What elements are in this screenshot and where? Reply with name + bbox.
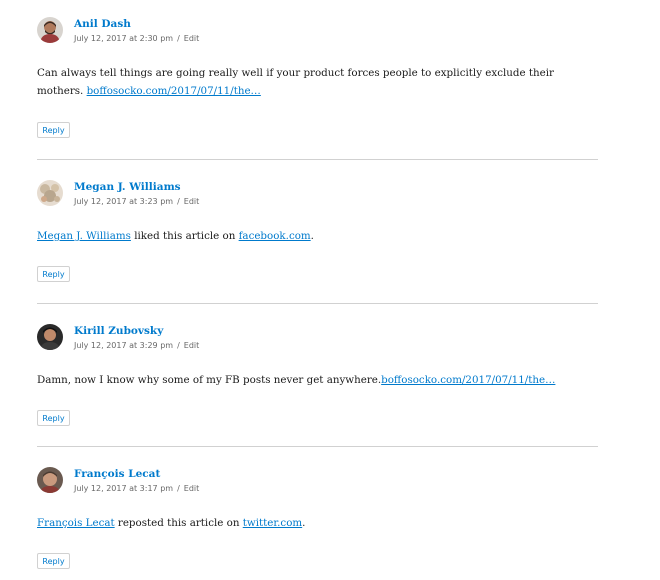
comment-meta: July 12, 2017 at 3:23 pm / Edit <box>74 196 199 207</box>
meta-separator: / <box>177 197 180 206</box>
meta-separator: / <box>177 484 180 493</box>
comment-body: Can always tell things are going really … <box>37 64 598 100</box>
comment-author-link[interactable]: François Lecat <box>74 467 160 481</box>
reply-button[interactable]: Reply <box>37 410 70 426</box>
comment-author-mention-link[interactable]: Megan J. Williams <box>37 230 131 242</box>
comment-date-link[interactable]: July 12, 2017 at 2:30 pm <box>74 34 173 43</box>
comment-body-link[interactable]: boffosocko.com/2017/07/11/the… <box>381 374 555 386</box>
comment-edit-link[interactable]: Edit <box>184 197 200 206</box>
comment-author-link[interactable]: Megan J. Williams <box>74 180 181 194</box>
comment-date-link[interactable]: July 12, 2017 at 3:17 pm <box>74 484 173 493</box>
reply-button[interactable]: Reply <box>37 266 70 282</box>
comment-header: Megan J. Williams July 12, 2017 at 3:23 … <box>37 180 598 212</box>
comment-item: François Lecat July 12, 2017 at 3:17 pm /… <box>37 467 598 569</box>
comment-author-link[interactable]: Kirill Zubovsky <box>74 324 163 338</box>
comment-divider <box>37 446 598 447</box>
comment-body: Damn, now I know why some of my FB posts… <box>37 371 598 389</box>
comment-author-mention-link[interactable]: François Lecat <box>37 517 115 529</box>
reply-button[interactable]: Reply <box>37 122 70 138</box>
comment-text-end: . <box>310 230 314 242</box>
comment-edit-link[interactable]: Edit <box>184 34 200 43</box>
comment-meta: July 12, 2017 at 3:17 pm / Edit <box>74 483 199 494</box>
comment-item: Kirill Zubovsky July 12, 2017 at 3:29 pm… <box>37 324 598 426</box>
comment-item: Anil Dash July 12, 2017 at 2:30 pm / Edit … <box>37 17 598 138</box>
comment-date-link[interactable]: July 12, 2017 at 3:29 pm <box>74 341 173 350</box>
comment-body-link[interactable]: boffosocko.com/2017/07/11/the… <box>87 85 261 97</box>
person-avatar-icon <box>37 17 63 43</box>
comment-header: Kirill Zubovsky July 12, 2017 at 3:29 pm… <box>37 324 598 356</box>
person-avatar-icon <box>37 180 63 206</box>
comment-site-link[interactable]: twitter.com <box>243 517 302 529</box>
comment-site-link[interactable]: facebook.com <box>239 230 311 242</box>
comment-text: liked this article on <box>130 230 239 242</box>
meta-separator: / <box>177 341 180 350</box>
comment-date-link[interactable]: July 12, 2017 at 3:23 pm <box>74 197 173 206</box>
reply-button[interactable]: Reply <box>37 553 70 569</box>
comment-divider <box>37 159 598 160</box>
comment-header: François Lecat July 12, 2017 at 3:17 pm /… <box>37 467 598 499</box>
comment-divider <box>37 303 598 304</box>
comment-meta: July 12, 2017 at 2:30 pm / Edit <box>74 33 199 44</box>
comment-author-link[interactable]: Anil Dash <box>74 17 131 31</box>
meta-separator: / <box>177 34 180 43</box>
comment-edit-link[interactable]: Edit <box>184 484 200 493</box>
comment-meta: July 12, 2017 at 3:29 pm / Edit <box>74 340 199 351</box>
comment-edit-link[interactable]: Edit <box>184 341 200 350</box>
comment-body: Megan J. Williams liked this article on … <box>37 227 598 245</box>
comment-list: Anil Dash July 12, 2017 at 2:30 pm / Edit … <box>0 0 660 580</box>
comment-text-end: . <box>302 517 306 529</box>
comment-body: François Lecat reposted this article on … <box>37 514 598 532</box>
person-avatar-icon <box>37 324 63 350</box>
comment-text: reposted this article on <box>114 517 243 529</box>
comment-header: Anil Dash July 12, 2017 at 2:30 pm / Edit <box>37 17 598 49</box>
comment-text: Damn, now I know why some of my FB posts… <box>37 374 382 386</box>
person-avatar-icon <box>37 467 63 493</box>
comment-item: Megan J. Williams July 12, 2017 at 3:23 … <box>37 180 598 282</box>
